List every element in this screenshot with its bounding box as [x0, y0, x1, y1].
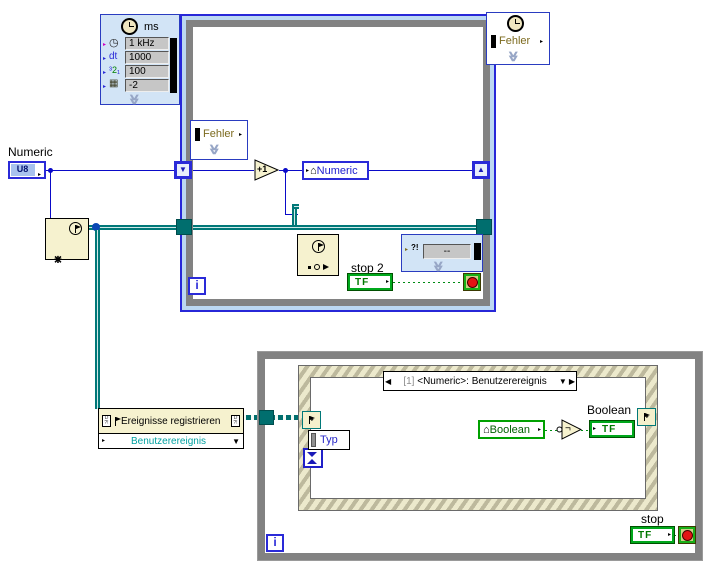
create-user-event-node[interactable]: + × [45, 218, 89, 266]
numeric-local-variable[interactable]: ▸ ⌂ Numeric [302, 161, 369, 180]
event-data-field-label: Typ [320, 434, 338, 446]
case-dropdown-icon[interactable]: ▼ [559, 377, 567, 386]
user-event-refnum-wire[interactable] [95, 230, 100, 409]
stop-label: stop [641, 512, 664, 526]
stop2-terminal[interactable]: TF ▸ [347, 273, 393, 291]
input-arrow-icon: ▸ [306, 167, 310, 174]
output-arrow-icon: ▸ [385, 279, 389, 285]
dynamic-event-terminal-left[interactable]: ▸ [302, 411, 321, 429]
numeric-wire[interactable] [46, 170, 176, 171]
event-source-label: Benutzerereignis [131, 435, 207, 447]
increment-label: +1 [257, 164, 268, 174]
input-arrow-icon: ▸ [103, 84, 107, 90]
generate-user-event-node[interactable] [297, 234, 339, 276]
collapse-chevron-icon[interactable]: ∨ ∨ [128, 93, 141, 106]
refnum-page-icon: D?! [231, 415, 240, 427]
priority-field[interactable]: 100 [125, 65, 169, 78]
registration-tunnel[interactable] [259, 410, 274, 425]
event-flag-icon [309, 416, 316, 424]
data-node-bar [311, 433, 316, 447]
user-event-flag-icon [69, 222, 82, 235]
register-for-events-node[interactable]: D?! Ereignisse registrieren D?! ▸ Benutz… [98, 408, 244, 449]
clock-icon [507, 15, 524, 32]
numeric-control-label: Numeric [8, 145, 53, 159]
stop-terminal[interactable]: TF ▸ [630, 526, 675, 544]
refnum-tunnel-right[interactable] [476, 219, 492, 235]
not-label: ¬ [565, 423, 571, 434]
register-events-title: Ereignisse registrieren [121, 415, 221, 427]
priority-icon: ³2₁ [109, 65, 121, 75]
dt-field[interactable]: 1000 [125, 51, 169, 64]
error-out-label: Fehler [499, 35, 531, 47]
processor-field[interactable]: -2 [125, 79, 169, 92]
node-divider-bar [170, 38, 177, 93]
timed-loop-iteration-terminal[interactable]: i [188, 277, 206, 295]
labview-block-diagram: ms ▸ ◷ 1 kHz ▸ dt 1000 ▸ ³2₁ 100 ▸ ▦ -2 … [0, 0, 707, 566]
create-burst-icon: + × [53, 251, 63, 267]
refnum-tunnel-left[interactable] [176, 219, 192, 235]
clock-icon [121, 18, 138, 35]
collapse-chevron-icon[interactable]: ∨ ∨ [208, 143, 221, 156]
collapse-chevron-icon[interactable]: ∨ ∨ [432, 260, 445, 273]
datatype-label: U8 [16, 164, 29, 174]
input-arrow-icon: ▸ [103, 70, 107, 76]
numeric-control-terminal[interactable]: U8 ▸ [8, 161, 46, 179]
shift-register-up-icon: ▲ [475, 164, 487, 176]
input-arrow-icon: ▸ [593, 426, 597, 432]
house-icon: ⌂ [483, 423, 490, 436]
wakeup-reason-field[interactable]: -- [423, 244, 471, 259]
timed-loop-right-data-node[interactable]: ▸ ?! -- ∨ ∨ [401, 234, 483, 273]
while-loop-stop-condition[interactable] [678, 526, 696, 544]
input-arrow-icon: ▸ [103, 56, 107, 62]
boolean-terminal[interactable]: ▸ TF [589, 420, 635, 438]
input-arrow-icon: ▸ [405, 247, 409, 253]
timed-loop-output-node[interactable]: Fehler ▸ ∨ ∨ [486, 12, 550, 65]
output-arrow-icon: ▸ [239, 132, 243, 138]
shift-register-down-icon: ▼ [177, 164, 189, 176]
node-divider-bar [474, 243, 481, 260]
house-icon: ⌂ [310, 164, 317, 177]
timed-loop-left-data-node[interactable]: Fehler ▸ ∨ ∨ [190, 120, 248, 160]
output-arrow-icon: ▸ [540, 39, 544, 45]
timed-loop-input-node[interactable]: ms ▸ ◷ 1 kHz ▸ dt 1000 ▸ ³2₁ 100 ▸ ▦ -2 … [100, 14, 180, 106]
dynamic-event-terminal-right[interactable]: ▸ [637, 408, 656, 426]
event-selector-label[interactable]: ◀ [1] <Numeric>: Benutzerereignis ▼ ▶ [383, 371, 577, 391]
node-divider-bar [195, 128, 200, 141]
wakeup-reason-icon: ?! [411, 243, 419, 252]
next-case-icon[interactable]: ▶ [569, 377, 575, 386]
event-timeout-terminal[interactable] [303, 448, 323, 468]
generate-event-icon [298, 264, 338, 270]
boolean-local-variable[interactable]: ⌂ Boolean ▸ [478, 420, 545, 439]
increment-function[interactable]: +1 [254, 158, 280, 182]
node-divider-bar [491, 35, 496, 48]
collapse-chevron-icon[interactable]: ∨ ∨ [507, 50, 520, 63]
timed-loop-stop-condition[interactable] [463, 273, 481, 291]
refnum-page-icon: D?! [102, 415, 111, 427]
output-arrow-icon: ▸ [35, 163, 44, 178]
source-field[interactable]: 1 kHz [125, 37, 169, 50]
input-arrow-icon: ▸ [103, 42, 107, 48]
timing-unit-label: ms [144, 21, 159, 33]
shift-register-left[interactable]: ▼ [174, 161, 192, 179]
output-arrow-icon: ▸ [667, 532, 671, 538]
not-function[interactable]: ¬ [556, 419, 583, 440]
boolean-terminal-label: Boolean [587, 403, 632, 417]
while-loop-iteration-terminal[interactable]: i [266, 534, 284, 552]
output-arrow-icon: ▸ [537, 426, 541, 433]
dt-label: dt [109, 51, 118, 62]
shift-register-right[interactable]: ▲ [472, 161, 490, 179]
stopwatch-icon: ◷ [109, 37, 119, 49]
event-flag-icon [115, 416, 121, 426]
processor-icon: ▦ [109, 78, 119, 89]
local-variable-label: Boolean [489, 423, 531, 436]
user-event-flag-icon [312, 240, 325, 253]
event-flag-icon [644, 413, 651, 421]
event-data-node[interactable]: Typ [308, 430, 350, 450]
dropdown-arrow-icon[interactable]: ▼ [232, 437, 240, 446]
local-variable-label: Numeric [316, 164, 358, 177]
numeric-wire[interactable] [50, 171, 51, 218]
error-label: Fehler [203, 128, 235, 140]
